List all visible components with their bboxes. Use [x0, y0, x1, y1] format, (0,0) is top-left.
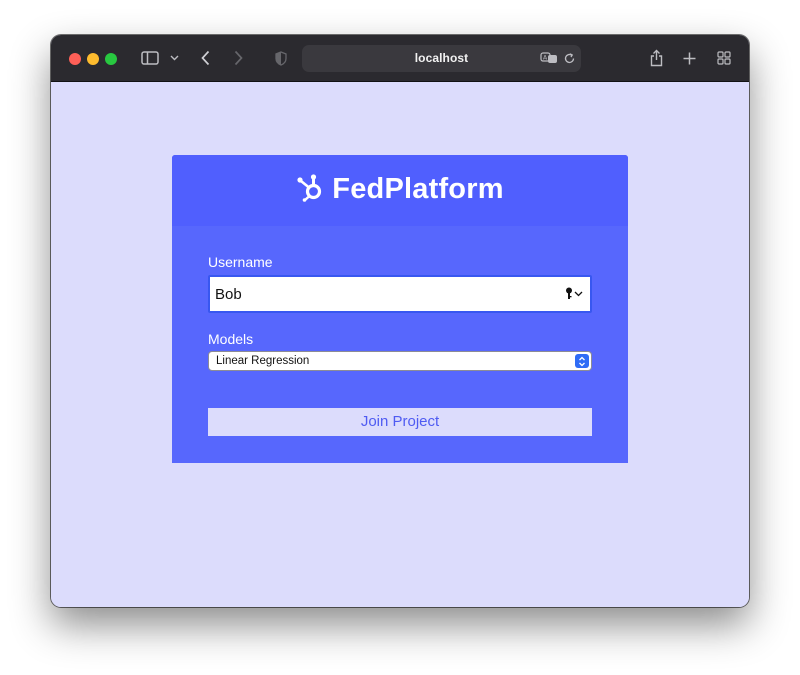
models-label: Models: [208, 331, 254, 347]
forward-icon[interactable]: [231, 47, 245, 69]
password-autofill-button[interactable]: [565, 287, 583, 300]
key-icon: [566, 287, 572, 299]
card-header: FedPlatform: [172, 155, 628, 226]
new-tab-icon[interactable]: [682, 47, 696, 69]
translate-icon[interactable]: A: [540, 50, 558, 66]
username-label: Username: [208, 254, 273, 270]
models-select[interactable]: Linear Regression: [208, 351, 592, 371]
chevron-down-icon: [574, 291, 583, 296]
browser-window: localhost A FedPlatform Username Bob Mod…: [51, 35, 749, 607]
back-icon[interactable]: [198, 47, 212, 69]
hubspot-sprocket-icon: [296, 172, 324, 207]
privacy-shield-icon[interactable]: [274, 47, 288, 69]
reload-icon[interactable]: [563, 50, 575, 66]
address-bar[interactable]: localhost A: [302, 45, 581, 72]
brand-name: FedPlatform: [332, 173, 504, 205]
browser-toolbar: localhost A: [51, 35, 749, 82]
models-selected-value: Linear Regression: [216, 355, 310, 367]
page-viewport: FedPlatform Username Models Linear Regre…: [51, 83, 749, 607]
select-stepper-icon: [575, 354, 589, 368]
chevron-down-icon[interactable]: [169, 47, 179, 69]
minimize-window-button[interactable]: [87, 53, 99, 65]
username-input[interactable]: [215, 283, 555, 305]
brand: FedPlatform: [172, 172, 628, 207]
close-window-button[interactable]: [69, 53, 81, 65]
tab-overview-icon[interactable]: [716, 47, 732, 69]
share-icon[interactable]: [649, 47, 663, 69]
join-project-button[interactable]: Join Project: [208, 408, 592, 436]
username-field[interactable]: [208, 275, 592, 313]
zoom-window-button[interactable]: [105, 53, 117, 65]
sidebar-icon[interactable]: [140, 47, 160, 69]
login-card: FedPlatform Username Models Linear Regre…: [172, 155, 628, 463]
